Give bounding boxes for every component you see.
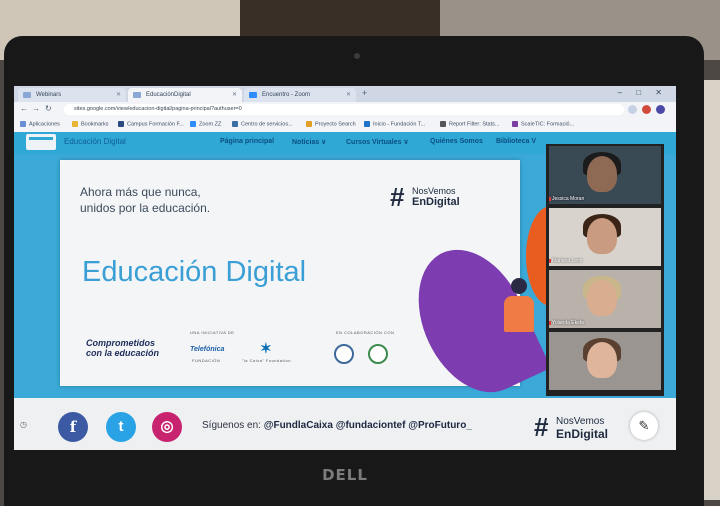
webcam — [354, 53, 360, 59]
la-caixa-star-icon: ✶ — [260, 340, 272, 356]
follow-us-text: Síguenos en: @FundlaCaixa @fundaciontef … — [202, 420, 472, 431]
bookmark-item[interactable]: Campus Formación F... — [118, 121, 184, 127]
bookmark-favicon-icon — [440, 121, 446, 127]
forward-arrow-icon[interactable]: → — [32, 104, 40, 113]
bookmark-item[interactable]: Inicio - Fundación T... — [364, 121, 425, 127]
participant-name: Mariana Leon — [552, 258, 583, 264]
participant-tile[interactable] — [549, 332, 661, 390]
bookmark-item[interactable]: Proyecto Search — [306, 121, 356, 127]
bookmark-favicon-icon — [232, 121, 238, 127]
clock-icon: ◷ — [20, 420, 27, 429]
telefonica-logo: Telefónica — [190, 346, 225, 353]
participant-tile[interactable]: Yolanda Ekela — [549, 270, 661, 328]
nav-link-home[interactable]: Página principal — [220, 138, 274, 145]
bookmark-favicon-icon — [306, 121, 312, 127]
edit-button[interactable]: ✎ — [630, 412, 658, 440]
bookmark-item[interactable]: Zoom ZZ — [190, 121, 221, 127]
bookmark-item[interactable]: Report Filter: Stats... — [440, 121, 499, 127]
nav-link-courses[interactable]: Cursos Virtuales ∨ — [346, 138, 409, 146]
profile-avatar-icon[interactable] — [656, 105, 665, 114]
muted-mic-icon — [549, 259, 551, 263]
committed-slogan: Comprometidos con la educación — [86, 338, 160, 358]
facebook-icon[interactable]: f — [58, 412, 88, 442]
tab-zoom[interactable]: Encuentro - Zoom ✕ — [244, 88, 356, 102]
bookmarks-bar: Aplicaciones Bookmarks Campus Formación … — [14, 118, 676, 133]
browser-tab-bar: Webinars ✕ EducaciónDigital ✕ Encuentro - … — [14, 86, 676, 102]
laptop-screen: Webinars ✕ EducaciónDigital ✕ Encuentro - … — [14, 86, 676, 450]
apps-icon — [20, 121, 26, 127]
address-toolbar: ← → ↻ sites.google.com/view/educacion-di… — [14, 102, 676, 118]
window-controls[interactable]: – □ ✕ — [618, 88, 668, 97]
bookmark-favicon-icon — [118, 121, 124, 127]
ministry-seal-icon — [334, 344, 354, 364]
bookmark-item[interactable]: Centro de servicios... — [232, 121, 293, 127]
bookmark-item[interactable]: Aplicaciones — [20, 121, 60, 127]
back-arrow-icon[interactable]: ← — [20, 104, 28, 113]
address-bar[interactable]: sites.google.com/view/educacion-digital/… — [64, 104, 624, 115]
illustration-person-head — [511, 278, 527, 294]
muted-mic-icon — [549, 321, 551, 325]
participant-face — [587, 156, 617, 192]
muted-mic-icon — [549, 197, 551, 201]
url-text: sites.google.com/view/educacion-digital/… — [74, 106, 242, 112]
participant-face — [587, 280, 617, 316]
tagline: Ahora más que nunca, unidos por la educa… — [80, 185, 211, 215]
tab-favicon-icon — [23, 92, 31, 98]
participant-tile[interactable]: Mariana Leon — [549, 208, 661, 266]
illustration-person — [504, 296, 534, 332]
instagram-icon[interactable]: ◎ — [152, 412, 182, 442]
government-seal-icon — [368, 344, 388, 364]
close-icon[interactable]: ✕ — [232, 88, 237, 102]
twitter-icon[interactable]: t — [106, 412, 136, 442]
tab-webinars[interactable]: Webinars ✕ — [18, 88, 126, 102]
site-title[interactable]: Educación Digital — [64, 137, 126, 146]
collaboration-label: EN COLABORACIÓN CON — [336, 330, 395, 335]
video-gallery-panel: Jessica Moran Mariana Leon Yolanda Ekela — [546, 144, 664, 396]
reload-icon[interactable]: ↻ — [45, 104, 52, 113]
star-icon — [72, 121, 78, 127]
bookmark-favicon-icon — [364, 121, 370, 127]
participant-name: Yolanda Ekela — [552, 320, 584, 326]
nav-link-library[interactable]: Biblioteca V — [496, 138, 536, 145]
participant-face — [587, 218, 617, 254]
site-logo[interactable] — [26, 134, 56, 150]
telefonica-sub: FUNDACIÓN — [192, 358, 221, 363]
tab-educacion-digital[interactable]: EducaciónDigital ✕ — [128, 88, 242, 102]
new-tab-button[interactable]: + — [362, 88, 367, 98]
participant-name: Jessica Moran — [552, 196, 585, 202]
promoted-by-label: UNA INICIATIVA DE — [190, 330, 235, 335]
participant-face — [587, 342, 617, 378]
close-icon[interactable]: ✕ — [116, 88, 121, 102]
participant-tile[interactable]: Jessica Moran — [549, 146, 661, 204]
star-icon[interactable] — [628, 105, 637, 114]
bookmark-item[interactable]: ScaleTIC: Formació... — [512, 121, 574, 127]
bookmark-item[interactable]: Bookmarks — [72, 121, 109, 127]
hero-headline: Educación Digital — [82, 256, 307, 288]
bookmark-favicon-icon — [512, 121, 518, 127]
laptop-brand-logo: DELL — [322, 466, 368, 484]
la-caixa-label: "la Caixa" Foundation — [242, 358, 291, 363]
extension-icon[interactable] — [642, 105, 651, 114]
bookmark-favicon-icon — [190, 121, 196, 127]
close-icon[interactable]: ✕ — [346, 88, 351, 102]
nav-link-about[interactable]: Quiénes Somos — [430, 138, 483, 145]
zoom-favicon-icon — [249, 92, 257, 98]
tab-favicon-icon — [133, 92, 141, 98]
nav-link-news[interactable]: Noticias ∨ — [292, 138, 326, 146]
